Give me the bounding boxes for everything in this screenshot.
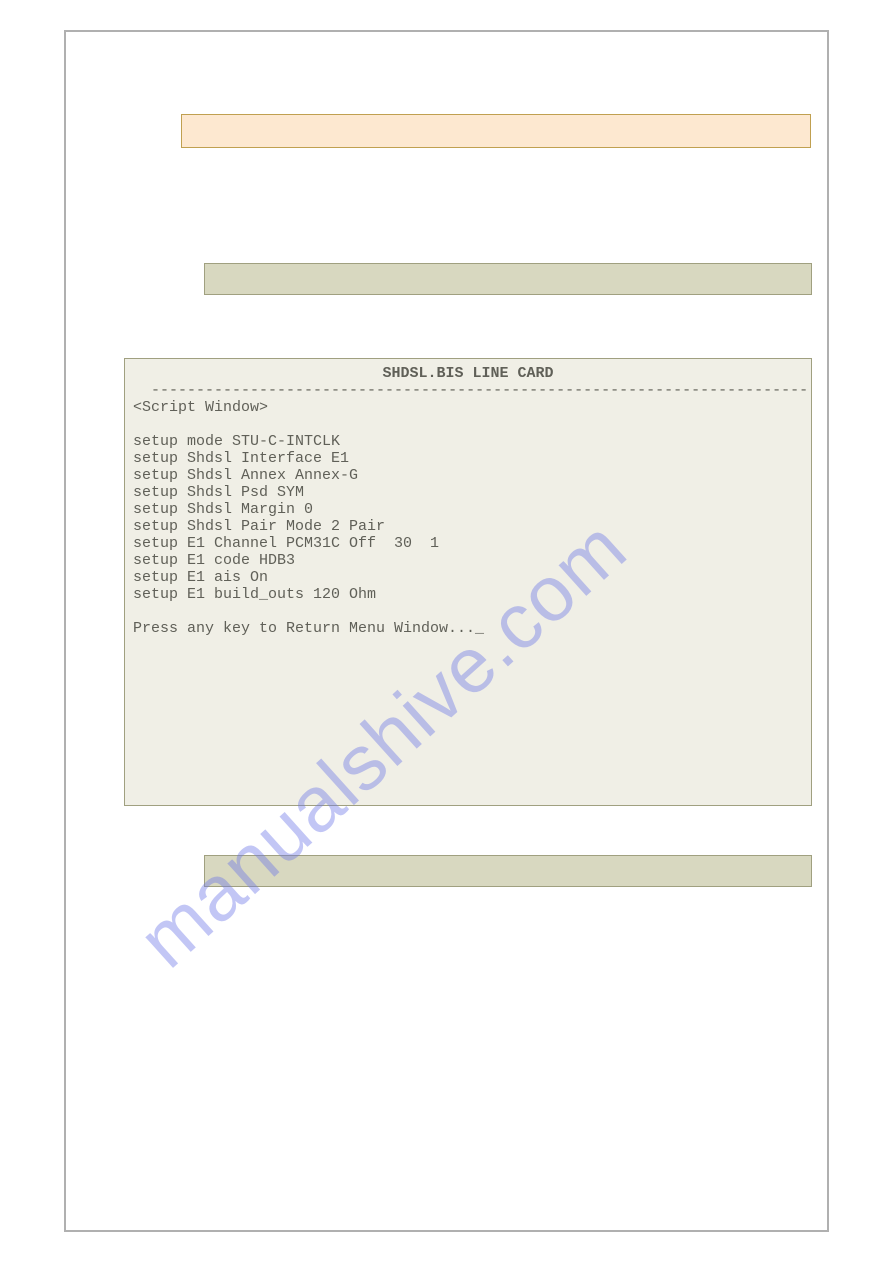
terminal-line: setup Shdsl Margin 0 — [133, 501, 313, 518]
section-header-2 — [204, 855, 812, 887]
terminal-line: setup Shdsl Annex Annex-G — [133, 467, 358, 484]
terminal-prompt: Press any key to Return Menu Window..._ — [133, 620, 484, 637]
terminal-section-label: <Script Window> — [133, 399, 268, 416]
terminal-line: setup mode STU-C-INTCLK — [133, 433, 340, 450]
terminal-line: setup Shdsl Pair Mode 2 Pair — [133, 518, 385, 535]
terminal-screenshot: SHDSL.BIS LINE CARD --------------------… — [124, 358, 812, 806]
terminal-line: setup E1 Channel PCM31C Off 30 1 — [133, 535, 439, 552]
terminal-line: setup Shdsl Psd SYM — [133, 484, 304, 501]
section-header-1 — [204, 263, 812, 295]
terminal-title: SHDSL.BIS LINE CARD — [133, 365, 803, 382]
terminal-line: setup E1 ais On — [133, 569, 268, 586]
page-header-bar — [181, 114, 811, 148]
document-page: SHDSL.BIS LINE CARD --------------------… — [64, 30, 829, 1232]
terminal-rule: ----------------------------------------… — [151, 382, 808, 399]
terminal-line: setup E1 build_outs 120 Ohm — [133, 586, 376, 603]
terminal-line: setup Shdsl Interface E1 — [133, 450, 349, 467]
terminal-line: setup E1 code HDB3 — [133, 552, 295, 569]
